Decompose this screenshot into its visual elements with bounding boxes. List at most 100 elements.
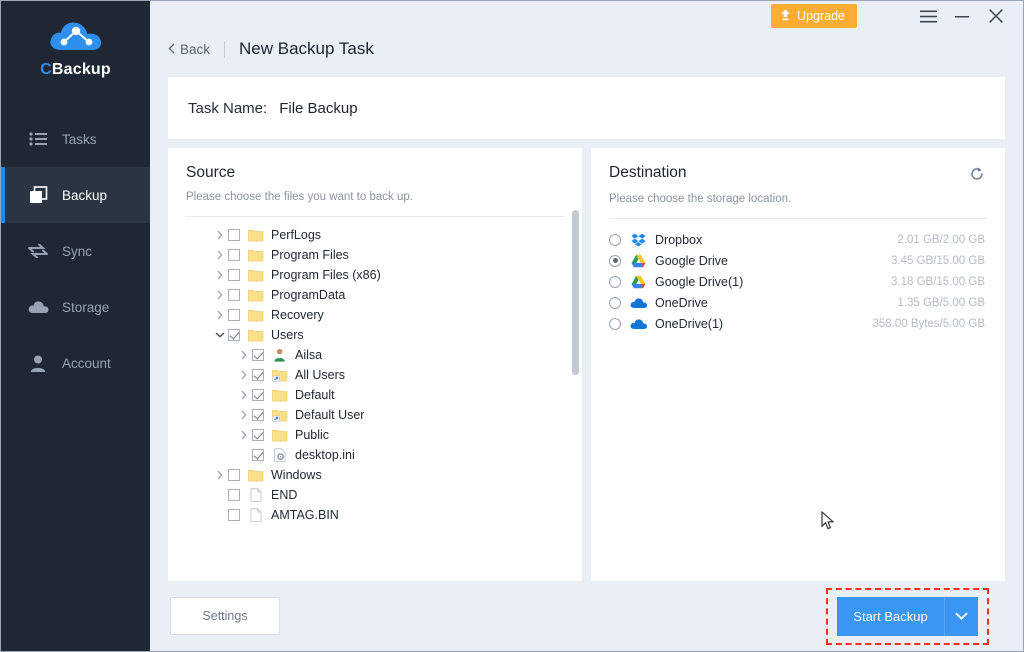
- copy-icon: [27, 185, 49, 205]
- tree-expand-toggle[interactable]: [212, 250, 228, 260]
- file-tree[interactable]: PerfLogs Program FilesProgram Files (x86)…: [186, 225, 564, 581]
- source-scrollbar-thumb[interactable]: [572, 210, 579, 375]
- close-icon[interactable]: [979, 1, 1013, 31]
- breadcrumb-divider: [224, 41, 225, 58]
- tree-row[interactable]: Recovery: [186, 305, 564, 325]
- start-backup-button[interactable]: Start Backup: [837, 597, 978, 636]
- brand-name: CBackup: [1, 61, 150, 79]
- sidebar-item-label: Backup: [62, 188, 107, 203]
- sidebar-item-sync[interactable]: Sync: [1, 223, 150, 279]
- brand: CBackup: [1, 1, 150, 79]
- tree-row[interactable]: Windows: [186, 465, 564, 485]
- tree-checkbox[interactable]: [252, 409, 264, 421]
- user-folder-icon: [272, 348, 288, 362]
- tree-checkbox[interactable]: [252, 389, 264, 401]
- destination-quota: 3.45 GB/15.00 GB: [891, 255, 987, 267]
- sidebar-item-label: Sync: [62, 244, 92, 259]
- tree-checkbox[interactable]: [252, 349, 264, 361]
- destination-radio[interactable]: [609, 297, 621, 309]
- tree-row-label: Default: [295, 388, 335, 402]
- tree-row[interactable]: Default: [186, 385, 564, 405]
- source-scrollbar[interactable]: [572, 210, 579, 430]
- tree-row[interactable]: Default User: [186, 405, 564, 425]
- tree-checkbox[interactable]: [252, 429, 264, 441]
- tree-expand-toggle[interactable]: [212, 290, 228, 300]
- tree-checkbox[interactable]: [228, 249, 240, 261]
- tree-expand-toggle[interactable]: [212, 310, 228, 320]
- folder-icon: [272, 428, 288, 442]
- settings-button[interactable]: Settings: [170, 597, 280, 635]
- destination-radio[interactable]: [609, 234, 621, 246]
- destination-radio[interactable]: [609, 318, 621, 330]
- destination-row[interactable]: Dropbox2.01 GB/2.00 GB: [609, 229, 987, 250]
- tree-expand-toggle[interactable]: [236, 350, 252, 360]
- destination-list[interactable]: Dropbox2.01 GB/2.00 GBGoogle Drive3.45 G…: [609, 229, 987, 334]
- tree-row[interactable]: Public: [186, 425, 564, 445]
- sidebar-item-label: Account: [62, 356, 111, 371]
- shortcut-folder-icon: [272, 368, 288, 382]
- tree-checkbox[interactable]: [252, 369, 264, 381]
- destination-radio[interactable]: [609, 276, 621, 288]
- google-drive-icon: [630, 253, 647, 268]
- folder-icon: [248, 228, 264, 242]
- destination-row[interactable]: OneDrive1.35 GB/5.00 GB: [609, 292, 987, 313]
- tree-row[interactable]: Program Files: [186, 245, 564, 265]
- task-name-card: Task Name: File Backup: [168, 77, 1005, 139]
- back-button[interactable]: Back: [168, 42, 210, 57]
- tree-row[interactable]: ProgramData: [186, 285, 564, 305]
- brand-name-rest: Backup: [52, 61, 111, 78]
- destination-row[interactable]: Google Drive3.45 GB/15.00 GB: [609, 250, 987, 271]
- source-title: Source: [186, 164, 235, 182]
- destination-row[interactable]: Google Drive(1)3.18 GB/15.00 GB: [609, 271, 987, 292]
- settings-file-icon: [272, 448, 288, 462]
- destination-row[interactable]: OneDrive(1)358.00 Bytes/5.00 GB: [609, 313, 987, 334]
- tree-row-label: Default User: [295, 408, 364, 422]
- tree-row[interactable]: desktop.ini: [186, 445, 564, 465]
- tree-checkbox[interactable]: [228, 289, 240, 301]
- task-name-value[interactable]: File Backup: [279, 100, 357, 117]
- destination-quota: 1.35 GB/5.00 GB: [897, 297, 987, 309]
- tree-expand-toggle[interactable]: [236, 390, 252, 400]
- tree-expand-toggle[interactable]: [212, 470, 228, 480]
- breadcrumb: Back New Backup Task: [150, 31, 1023, 67]
- tree-checkbox[interactable]: [228, 509, 240, 521]
- tree-expand-toggle[interactable]: [236, 430, 252, 440]
- tree-expand-toggle[interactable]: [212, 332, 228, 338]
- destination-divider: [609, 218, 987, 219]
- task-name-label: Task Name:: [188, 100, 267, 117]
- tree-row[interactable]: Users: [186, 325, 564, 345]
- tree-checkbox[interactable]: [228, 269, 240, 281]
- tree-expand-toggle[interactable]: [236, 370, 252, 380]
- tree-row[interactable]: AMTAG.BIN: [186, 505, 564, 525]
- tree-row[interactable]: All Users: [186, 365, 564, 385]
- tree-expand-toggle[interactable]: [212, 230, 228, 240]
- tree-row[interactable]: Ailsa: [186, 345, 564, 365]
- tree-expand-toggle[interactable]: [236, 410, 252, 420]
- destination-panel: Destination Please choose the storage lo…: [591, 148, 1005, 581]
- refresh-icon[interactable]: [967, 164, 987, 184]
- tree-row[interactable]: END: [186, 485, 564, 505]
- chevron-down-icon[interactable]: [944, 597, 978, 636]
- tree-checkbox[interactable]: [252, 449, 264, 461]
- sidebar-item-storage[interactable]: Storage: [1, 279, 150, 335]
- sidebar-nav: Tasks Backup Sync: [1, 111, 150, 391]
- tree-checkbox[interactable]: [228, 329, 240, 341]
- tree-expand-toggle[interactable]: [212, 270, 228, 280]
- tree-row[interactable]: PerfLogs: [186, 225, 564, 245]
- upgrade-button-label: Upgrade: [797, 9, 845, 23]
- sidebar-item-tasks[interactable]: Tasks: [1, 111, 150, 167]
- sidebar-item-backup[interactable]: Backup: [1, 167, 150, 223]
- tree-row-label: PerfLogs: [271, 228, 321, 242]
- tree-checkbox[interactable]: [228, 309, 240, 321]
- start-backup-label: Start Backup: [837, 597, 944, 636]
- tree-checkbox[interactable]: [228, 229, 240, 241]
- tree-checkbox[interactable]: [228, 489, 240, 501]
- destination-subtitle: Please choose the storage location.: [609, 193, 987, 205]
- minimize-icon[interactable]: [945, 1, 979, 31]
- sidebar-item-account[interactable]: Account: [1, 335, 150, 391]
- tree-row[interactable]: Program Files (x86): [186, 265, 564, 285]
- upgrade-button[interactable]: Upgrade: [771, 4, 857, 28]
- hamburger-menu-icon[interactable]: [911, 1, 945, 31]
- destination-radio[interactable]: [609, 255, 621, 267]
- tree-checkbox[interactable]: [228, 469, 240, 481]
